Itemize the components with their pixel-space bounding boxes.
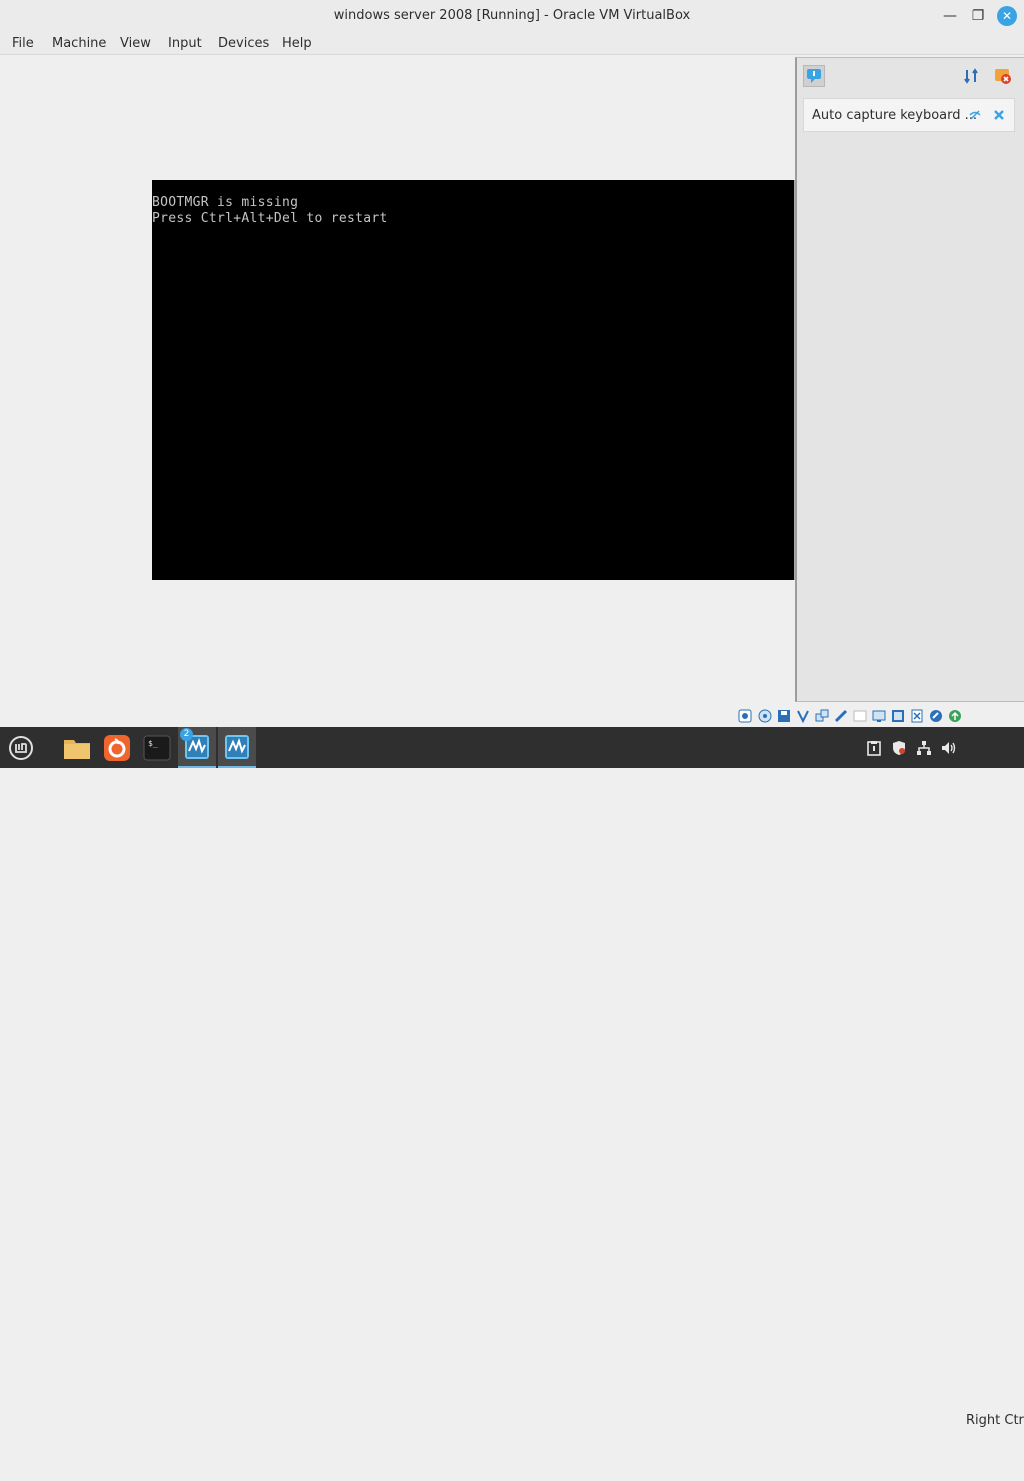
terminal-app-button[interactable]: $_ (138, 727, 176, 768)
notification-center-icon[interactable] (803, 65, 825, 87)
menu-help[interactable]: Help (282, 36, 312, 51)
floppy-icon[interactable] (777, 709, 791, 723)
firefox-app-button[interactable] (98, 727, 136, 768)
recording-icon[interactable] (910, 709, 924, 723)
network-tray-icon[interactable] (915, 739, 933, 757)
virtualbox-vm-button[interactable] (218, 727, 256, 768)
cpu-icon[interactable] (929, 709, 943, 723)
host-key-label: Right Ctrl (966, 1413, 1024, 1428)
files-app-button[interactable] (58, 727, 96, 768)
mute-notification-icon[interactable] (968, 108, 982, 126)
sort-icon[interactable] (961, 65, 983, 87)
taskbar: $_ 2 09:56 (0, 727, 1024, 1481)
window-count-badge: 2 (180, 728, 193, 741)
notification-message: Auto capture keyboard ... (812, 108, 978, 123)
mint-menu-icon (9, 735, 33, 760)
video-capture-icon[interactable] (891, 709, 905, 723)
guest-line-2: Press Ctrl+Alt+Del to restart (152, 211, 388, 226)
blank-icon[interactable] (853, 709, 867, 723)
terminal-icon: $_ (143, 735, 171, 760)
virtualbox-icon (225, 734, 249, 759)
guest-line-1: BOOTMGR is missing (152, 195, 299, 210)
shield-icon[interactable] (890, 739, 908, 757)
title-bar: windows server 2008 [Running] - Oracle V… (0, 0, 1024, 32)
menu-input[interactable]: Input (168, 36, 202, 51)
mouse-integration-icon[interactable] (948, 709, 962, 723)
volume-icon[interactable] (940, 739, 958, 757)
status-bar: Right Ctrl (0, 705, 1024, 1428)
svg-text:$_: $_ (148, 739, 158, 748)
notification-card: Auto capture keyboard ... (803, 98, 1015, 132)
menu-bar: File Machine View Input Devices Help (0, 32, 1024, 55)
clipboard-icon[interactable] (865, 739, 883, 757)
window-title: windows server 2008 [Running] - Oracle V… (333, 8, 691, 23)
close-button[interactable]: ✕ (997, 6, 1017, 26)
close-notification-icon[interactable] (992, 108, 1006, 126)
menu-machine[interactable]: Machine (52, 36, 106, 51)
notification-panel: Auto capture keyboard ... (795, 57, 1024, 702)
usb-icon[interactable] (796, 709, 810, 724)
virtualbox-manager-button[interactable]: 2 (178, 727, 216, 768)
menu-view[interactable]: View (120, 36, 151, 51)
minimize-button[interactable]: — (940, 6, 960, 26)
menu-file[interactable]: File (12, 36, 34, 51)
optical-drive-icon[interactable] (738, 709, 752, 723)
clock[interactable]: 09:56 (968, 1466, 1009, 1481)
folder-icon (64, 739, 90, 759)
network-icon[interactable] (815, 709, 829, 723)
maximize-button[interactable]: ❐ (968, 6, 988, 26)
firefox-icon (104, 734, 130, 761)
start-menu-button[interactable] (2, 727, 40, 768)
guest-screen[interactable]: BOOTMGR is missing Press Ctrl+Alt+Del to… (152, 180, 794, 580)
cd-icon[interactable] (758, 709, 772, 723)
shared-folders-icon[interactable] (834, 709, 848, 723)
close-all-notifications-icon[interactable] (992, 65, 1014, 87)
display-icon[interactable] (872, 709, 886, 723)
menu-devices[interactable]: Devices (218, 36, 269, 51)
